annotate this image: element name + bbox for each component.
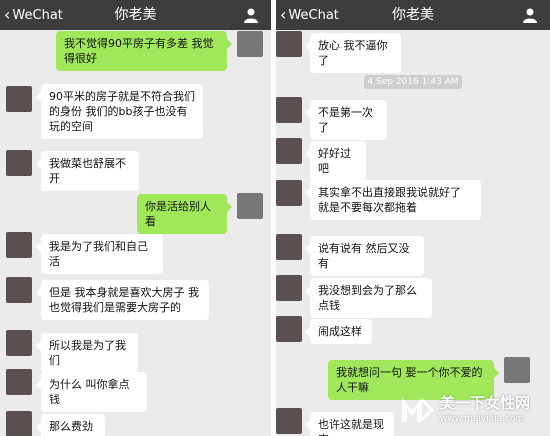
message-bubble-incoming[interactable]: 那么费劲 bbox=[36, 414, 105, 436]
left-chat-panel: ‹ WeChat 你老美 我不觉得90平房子有多差 我觉得很好 90平米的房子就是… bbox=[0, 0, 271, 436]
avatar[interactable] bbox=[276, 316, 302, 342]
watermark: 美一下女性网 www.meiyixia.com bbox=[400, 390, 540, 432]
message-bubble-incoming[interactable]: 我没想到会为了那么点钱 bbox=[305, 278, 432, 318]
watermark-logo-icon bbox=[402, 398, 434, 422]
nav-bar: ‹ WeChat 你老美 bbox=[0, 0, 271, 30]
chat-title: 你老美 bbox=[114, 7, 157, 23]
message-bubble-outgoing[interactable]: 我不觉得90平房子有多差 我觉得很好 bbox=[56, 31, 232, 71]
avatar[interactable] bbox=[6, 277, 32, 303]
watermark-name: 美一下女性网 bbox=[440, 394, 531, 412]
message-bubble-incoming[interactable]: 但是 我本身就是喜欢大房子 我也觉得我们是需要大房子的 bbox=[36, 280, 209, 320]
avatar[interactable] bbox=[6, 232, 32, 258]
message-bubble-incoming[interactable]: 所以我是为了我们 bbox=[36, 333, 138, 373]
message-bubble-incoming[interactable]: 其实拿不出直接跟我说就好了 就是不要每次都拖着 bbox=[305, 180, 481, 220]
avatar[interactable] bbox=[276, 275, 302, 301]
avatar[interactable] bbox=[6, 411, 32, 436]
avatar[interactable] bbox=[276, 234, 302, 260]
avatar[interactable] bbox=[237, 31, 263, 57]
avatar[interactable] bbox=[276, 180, 302, 206]
avatar[interactable] bbox=[276, 97, 302, 123]
avatar[interactable] bbox=[6, 369, 32, 395]
timestamp: 4 Sep 2016 1:43 AM bbox=[364, 75, 462, 89]
profile-icon[interactable] bbox=[522, 7, 538, 23]
avatar[interactable] bbox=[276, 138, 302, 164]
watermark-url: www.meiyixia.com bbox=[440, 414, 525, 424]
message-bubble-incoming[interactable]: 90平米的房子就是不符合我们的身份 我们的bb孩子也没有玩的空间 bbox=[36, 84, 203, 139]
avatar[interactable] bbox=[276, 408, 302, 434]
profile-icon[interactable] bbox=[243, 7, 259, 23]
message-bubble-incoming[interactable]: 也许这就是现实 bbox=[305, 412, 394, 436]
message-bubble-incoming[interactable]: 好好过吧 bbox=[305, 141, 366, 181]
message-bubble-incoming[interactable]: 说有说有 然后又没有 bbox=[305, 236, 424, 276]
message-bubble-outgoing[interactable]: 你是活给别人看 bbox=[137, 194, 232, 234]
chat-title: 你老美 bbox=[392, 7, 434, 23]
right-chat-panel: ‹ WeChat 你老美 放心 我不逼你了 4 Sep 2016 1:43 AM … bbox=[276, 0, 550, 436]
message-bubble-incoming[interactable]: 为什么 叫你拿点钱 bbox=[36, 372, 147, 412]
message-bubble-incoming[interactable]: 我做菜也舒展不开 bbox=[36, 151, 139, 191]
avatar[interactable] bbox=[504, 357, 530, 383]
message-bubble-incoming[interactable]: 闹成这样 bbox=[305, 319, 372, 344]
nav-bar: ‹ WeChat 你老美 bbox=[276, 0, 550, 30]
avatar[interactable] bbox=[237, 193, 263, 219]
message-bubble-incoming[interactable]: 放心 我不逼你了 bbox=[305, 33, 401, 73]
avatar[interactable] bbox=[276, 31, 302, 57]
avatar[interactable] bbox=[6, 86, 32, 112]
avatar[interactable] bbox=[6, 330, 32, 356]
message-bubble-incoming[interactable]: 不是第一次了 bbox=[305, 100, 387, 140]
message-bubble-incoming[interactable]: 我是为了我们和自己活 bbox=[36, 234, 163, 274]
avatar[interactable] bbox=[6, 150, 32, 176]
